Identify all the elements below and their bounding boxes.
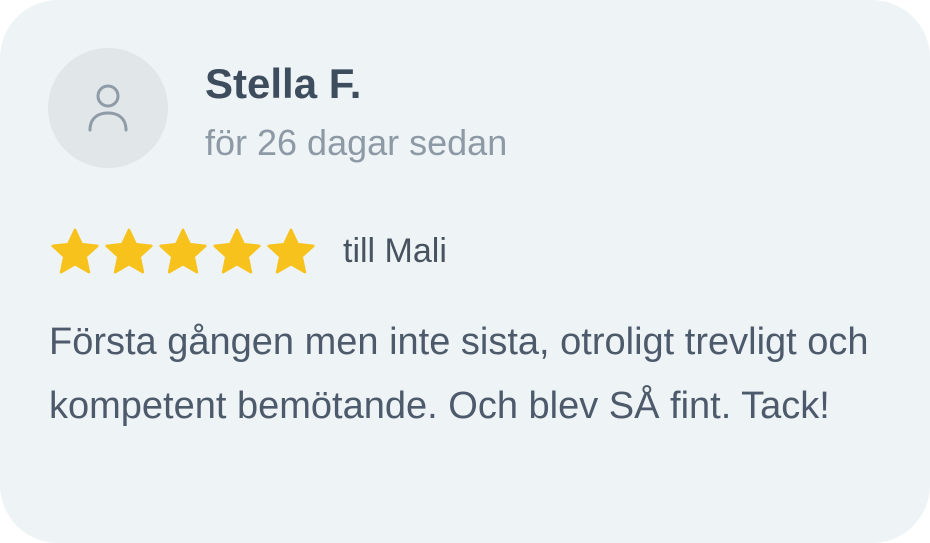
star-icon <box>159 228 207 274</box>
star-icon <box>51 228 99 274</box>
review-text: Första gången men inte sista, otroligt t… <box>49 321 869 427</box>
star-icon <box>213 228 261 274</box>
star-rating <box>49 226 317 278</box>
review-timestamp: för 26 dagar sedan <box>205 122 508 163</box>
reviewer-name: Stella F. <box>205 60 362 107</box>
review-card: Stella F. för 26 dagar sedan till Mali F… <box>0 0 930 543</box>
review-recipient: till Mali <box>343 232 447 270</box>
star-icon <box>105 228 153 274</box>
star-icon <box>267 228 315 274</box>
avatar <box>48 48 168 168</box>
user-icon <box>88 84 128 132</box>
